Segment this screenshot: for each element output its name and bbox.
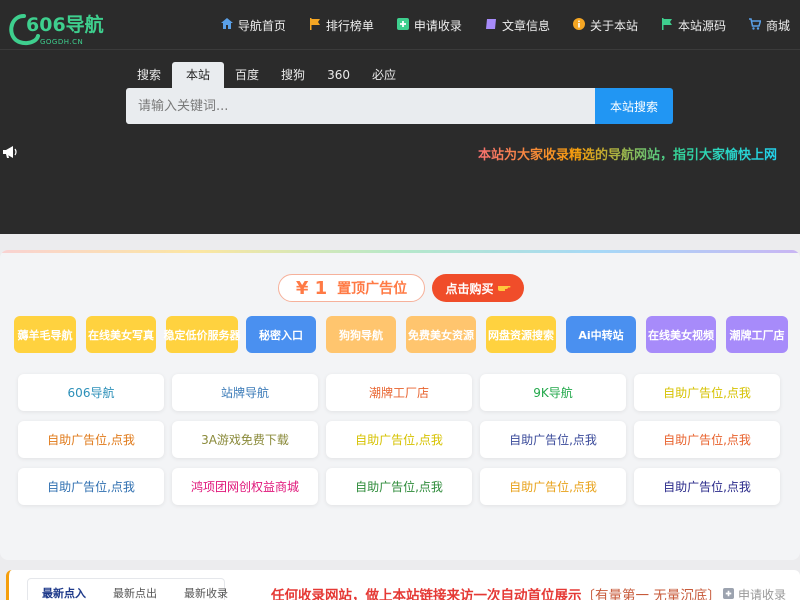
featured-chip[interactable]: Ai中转站: [566, 316, 636, 353]
book-icon: [485, 18, 497, 33]
info-icon: [572, 17, 585, 33]
card-top-stripe: [0, 250, 800, 253]
home-icon: [220, 18, 233, 32]
nav-about[interactable]: 关于本站: [572, 17, 638, 34]
nav-articles-label: 文章信息: [501, 18, 550, 33]
site-link[interactable]: 自助广告位,点我: [326, 421, 472, 458]
nav-articles[interactable]: 文章信息: [485, 17, 550, 34]
tab-latest-out[interactable]: 最新点出: [99, 585, 157, 600]
nav-shop-label: 商城: [765, 18, 790, 33]
nav-home-label: 导航首页: [237, 18, 286, 33]
featured-chip[interactable]: 秘密入口: [246, 316, 316, 353]
latest-section: 最新点入 最新点出 最新收录 任何收录网站，做上本站链接来访一次自动首位展示〔有…: [6, 570, 800, 600]
apply-label: 申请收录: [737, 588, 786, 600]
flag-icon: [309, 17, 321, 33]
apply-link[interactable]: 申请收录: [720, 586, 786, 600]
site-link[interactable]: 自助广告位,点我: [634, 468, 780, 505]
search-tab-site[interactable]: 本站: [172, 62, 225, 88]
featured-chip[interactable]: 网盘资源搜索: [486, 316, 556, 353]
cart-icon: [748, 17, 762, 33]
latest-tabs: 最新点入 最新点出 最新收录: [27, 578, 228, 600]
submission-notice: 任何收录网站，做上本站链接来访一次自动首位展示〔有量第一 无量沉底〕: [271, 584, 721, 600]
tab-latest-in[interactable]: 最新点入: [28, 585, 86, 600]
logo-text: 606导航: [26, 13, 104, 36]
site-link[interactable]: 自助广告位,点我: [18, 468, 164, 505]
top-ad-slot[interactable]: ¥ 1 置顶广告位: [278, 274, 425, 302]
hero-section: 606导航 GOGDH.CN 导航首页 排行榜单 申请收录 文章信息 关于本站 …: [0, 0, 800, 234]
tab-latest-added[interactable]: 最新收录: [170, 585, 228, 600]
header-divider: [0, 49, 800, 50]
site-logo[interactable]: 606导航 GOGDH.CN: [6, 8, 136, 48]
nav-apply[interactable]: 申请收录: [396, 17, 462, 34]
buy-ad-label: 点击购买: [445, 281, 494, 296]
site-link[interactable]: 自助广告位,点我: [480, 468, 626, 505]
search-tab-bing[interactable]: 必应: [361, 62, 407, 88]
featured-chip[interactable]: 稳定低价服务器: [164, 316, 241, 353]
site-link[interactable]: 潮牌工厂店: [326, 374, 472, 411]
search-tab-baidu[interactable]: 百度: [224, 62, 270, 88]
plus-square-icon: [722, 587, 734, 600]
announcement-marquee: 本站为大家收录精选的导航网站，指引大家愉快上网: [478, 144, 777, 163]
featured-chip[interactable]: 狗狗导航: [326, 316, 396, 353]
site-link[interactable]: 自助广告位,点我: [634, 374, 780, 411]
search-tabs: 搜索 本站 百度 搜狗 360 必应: [126, 62, 407, 88]
search-button[interactable]: 本站搜索: [595, 88, 673, 124]
plus-square-icon: [396, 17, 409, 33]
ad-label: 置顶广告位: [337, 281, 408, 297]
search-input[interactable]: [126, 88, 595, 124]
site-link[interactable]: 606导航: [18, 374, 164, 411]
site-link[interactable]: 自助广告位,点我: [18, 421, 164, 458]
search-tab-search[interactable]: 搜索: [126, 62, 172, 88]
featured-chip[interactable]: 在线美女写真: [86, 316, 156, 353]
notice-main: 任何收录网站，做上本站链接来访一次自动首位展示: [271, 588, 582, 600]
nav-home[interactable]: 导航首页: [220, 17, 286, 34]
nav-source[interactable]: 本站源码: [661, 17, 726, 34]
featured-chip[interactable]: 免费美女资源: [406, 316, 476, 353]
notice-tail: 〔有量第一 无量沉底〕: [581, 588, 721, 600]
search-bar: 本站搜索: [126, 88, 673, 124]
search-tab-360[interactable]: 360: [316, 62, 361, 88]
megaphone-icon: [2, 144, 18, 160]
site-link[interactable]: 自助广告位,点我: [480, 421, 626, 458]
logo-subtext: GOGDH.CN: [40, 38, 83, 46]
featured-chip[interactable]: 在线美女视频: [646, 316, 716, 353]
featured-chip[interactable]: 薅羊毛导航: [14, 316, 76, 353]
buy-ad-button[interactable]: 点击购买: [432, 274, 524, 302]
search-tab-sogou[interactable]: 搜狗: [270, 62, 316, 88]
nav-about-label: 关于本站: [589, 18, 638, 33]
featured-chips: 薅羊毛导航 在线美女写真 稳定低价服务器 秘密入口 狗狗导航 免费美女资源 网盘资源搜索 Ai…: [0, 316, 800, 356]
site-link[interactable]: 自助广告位,点我: [634, 421, 780, 458]
top-nav: 导航首页 排行榜单 申请收录 文章信息 关于本站 本站源码 商城: [198, 12, 790, 38]
site-link[interactable]: 鸿项团网创权益商城: [172, 468, 318, 505]
ad-price: ¥ 1: [295, 277, 328, 299]
nav-shop[interactable]: 商城: [748, 17, 790, 34]
pointing-hand-icon: [497, 281, 511, 296]
nav-ranking[interactable]: 排行榜单: [309, 17, 374, 34]
nav-source-label: 本站源码: [677, 18, 726, 33]
links-card: ¥ 1 置顶广告位 点击购买 薅羊毛导航 在线美女写真 稳定低价服务器 秘密入口 狗狗导…: [0, 250, 800, 560]
flag-icon: [661, 17, 673, 33]
site-link[interactable]: 9K导航: [480, 374, 626, 411]
site-link[interactable]: 站牌导航: [172, 374, 318, 411]
featured-chip[interactable]: 潮牌工厂店: [726, 316, 788, 353]
nav-apply-label: 申请收录: [413, 18, 462, 33]
nav-ranking-label: 排行榜单: [325, 18, 374, 33]
site-link[interactable]: 3A游戏免费下载: [172, 421, 318, 458]
site-link[interactable]: 自助广告位,点我: [326, 468, 472, 505]
